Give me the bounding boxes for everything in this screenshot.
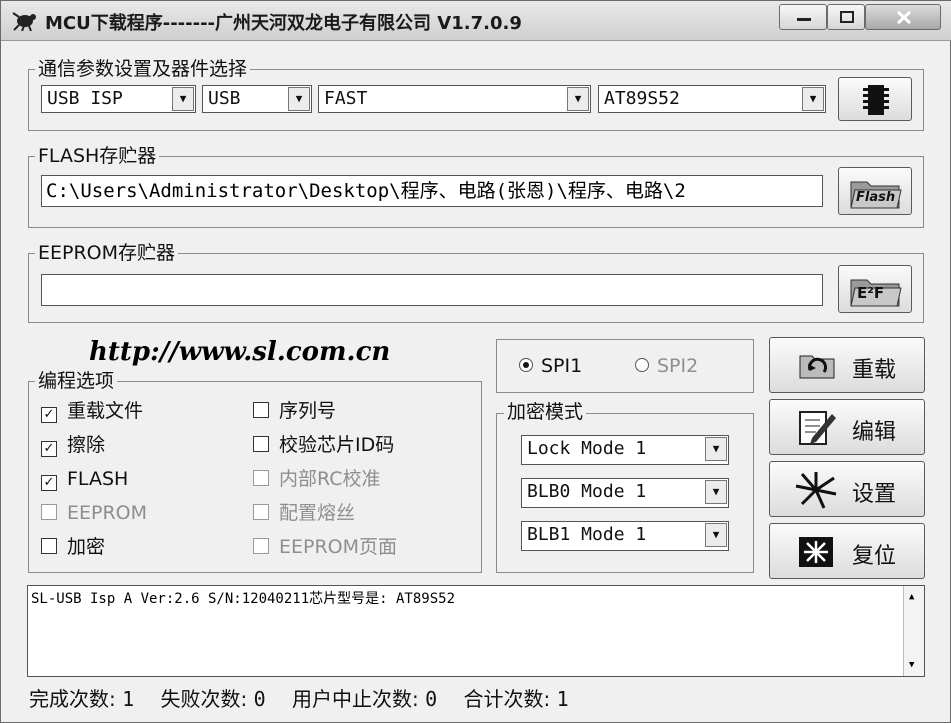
lock-mode-select[interactable]: Lock Mode 1 ▼	[521, 435, 729, 465]
eeprom-open-button[interactable]: E²F	[838, 265, 912, 313]
chip-icon	[863, 85, 889, 115]
scroll-up-icon: ▲	[909, 592, 915, 602]
option-label: EEPROM	[67, 502, 148, 524]
chip-bug-icon	[12, 12, 36, 31]
protocol-select[interactable]: USB ISP ▼	[41, 85, 196, 113]
minimize-button[interactable]	[779, 4, 827, 30]
chip-info-button[interactable]	[838, 77, 912, 121]
option-label: 校验芯片ID码	[279, 434, 395, 456]
encryption-mode-label: 加密模式	[504, 401, 587, 423]
chevron-down-icon: ▼	[802, 87, 824, 111]
close-button[interactable]	[865, 4, 941, 30]
option-label: 重载文件	[67, 400, 144, 422]
option-label: 加密	[67, 536, 106, 558]
total-count: 1	[556, 687, 569, 711]
close-icon	[896, 10, 912, 25]
option-checkbox[interactable]: ✓ 重载文件	[41, 399, 143, 423]
flash-group-label: FLASH存贮器	[35, 145, 160, 167]
option-label: 序列号	[279, 400, 337, 422]
reset-button[interactable]: 复位	[769, 523, 925, 579]
checkbox-empty-icon	[253, 402, 269, 418]
title-bar[interactable]: MCU下载程序-------广州天河双龙电子有限公司 V1.7.0.9	[1, 1, 951, 41]
checkbox-empty-icon	[253, 504, 269, 520]
option-checkbox[interactable]: ✓ 擦除	[41, 433, 105, 457]
log-line: SL-USB Isp A Ver:2.6 S/N:12040211芯片型号是: …	[31, 591, 456, 607]
option-checkbox[interactable]: ✓ FLASH	[41, 467, 128, 491]
log-scrollbar[interactable]: ▲ ▼	[903, 586, 924, 676]
chevron-down-icon: ▼	[705, 523, 727, 547]
window-title: MCU下载程序-------广州天河双龙电子有限公司 V1.7.0.9	[45, 13, 522, 34]
radio-selected-icon	[519, 358, 533, 372]
scroll-down-icon: ▼	[909, 660, 915, 670]
flash-path-field[interactable]: C:\Users\Administrator\Desktop\程序、电路(张恩)…	[41, 175, 823, 207]
fail-count-label: 失败次数:	[160, 687, 248, 711]
done-count-label: 完成次数:	[29, 687, 116, 711]
checkbox-empty-icon	[253, 538, 269, 554]
fail-count: 0	[253, 687, 266, 711]
edit-pencil-icon	[799, 411, 836, 445]
option-checkbox[interactable]: 配置熔丝	[253, 501, 355, 525]
total-count-label: 合计次数:	[463, 687, 551, 711]
option-label: 配置熔丝	[279, 502, 356, 524]
checkbox-checked-icon: ✓	[41, 441, 57, 457]
option-label: FLASH	[67, 468, 129, 490]
minimize-icon	[797, 18, 811, 21]
abort-count-label: 用户中止次数:	[292, 687, 419, 711]
done-count: 1	[122, 687, 135, 711]
option-checkbox[interactable]: 校验芯片ID码	[253, 433, 394, 457]
option-checkbox[interactable]: EEPROM页面	[253, 535, 397, 559]
radio-unselected-icon	[635, 358, 649, 372]
spi1-radio[interactable]: SPI1	[519, 354, 582, 378]
website-url[interactable]: http://www.sl.com.cn	[89, 337, 390, 367]
reload-folder-icon	[799, 355, 835, 379]
checkbox-empty-icon	[253, 436, 269, 452]
device-select[interactable]: AT89S52 ▼	[598, 85, 826, 113]
flash-open-button[interactable]: Flash	[838, 167, 912, 215]
maximize-button[interactable]	[827, 4, 865, 30]
chevron-down-icon: ▼	[567, 87, 589, 111]
checkbox-checked-icon: ✓	[41, 407, 57, 423]
comm-settings-label: 通信参数设置及器件选择	[35, 58, 251, 80]
spi2-radio[interactable]: SPI2	[635, 354, 698, 378]
option-checkbox[interactable]: 加密	[41, 535, 105, 559]
option-checkbox[interactable]: 内部RC校准	[253, 467, 381, 491]
edit-button[interactable]: 编辑	[769, 399, 925, 455]
option-checkbox[interactable]: EEPROM	[41, 501, 147, 525]
option-label: 内部RC校准	[279, 468, 381, 490]
reset-burst-icon	[799, 537, 833, 567]
spark-settings-icon	[795, 472, 837, 509]
output-log[interactable]: SL-USB Isp A Ver:2.6 S/N:12040211芯片型号是: …	[27, 585, 925, 677]
app-window: MCU下载程序-------广州天河双龙电子有限公司 V1.7.0.9 通信参数…	[0, 0, 951, 723]
chevron-down-icon: ▼	[172, 87, 194, 111]
reload-button[interactable]: 重载	[769, 337, 925, 393]
checkbox-empty-icon	[253, 470, 269, 486]
chevron-down-icon: ▼	[705, 480, 727, 504]
programming-options-label: 编程选项	[35, 370, 118, 392]
checkbox-empty-icon	[41, 538, 57, 554]
chevron-down-icon: ▼	[288, 87, 310, 111]
eeprom-group-label: EEPROM存贮器	[35, 242, 179, 264]
eeprom-path-field[interactable]	[41, 274, 823, 306]
option-checkbox[interactable]: 序列号	[253, 399, 336, 423]
status-bar: 完成次数: 1 失败次数: 0 用户中止次数: 0 合计次数: 1	[29, 683, 569, 712]
blb0-mode-select[interactable]: BLB0 Mode 1 ▼	[521, 478, 729, 508]
blb1-mode-select[interactable]: BLB1 Mode 1 ▼	[521, 521, 729, 551]
option-label: EEPROM页面	[279, 536, 398, 558]
checkbox-checked-icon: ✓	[41, 475, 57, 491]
chevron-down-icon: ▼	[705, 437, 727, 461]
option-label: 擦除	[67, 434, 106, 456]
speed-select[interactable]: FAST ▼	[318, 85, 591, 113]
maximize-icon	[840, 11, 854, 23]
abort-count: 0	[425, 687, 438, 711]
port-select[interactable]: USB ▼	[202, 85, 312, 113]
checkbox-empty-icon	[41, 504, 57, 520]
settings-button[interactable]: 设置	[769, 461, 925, 517]
